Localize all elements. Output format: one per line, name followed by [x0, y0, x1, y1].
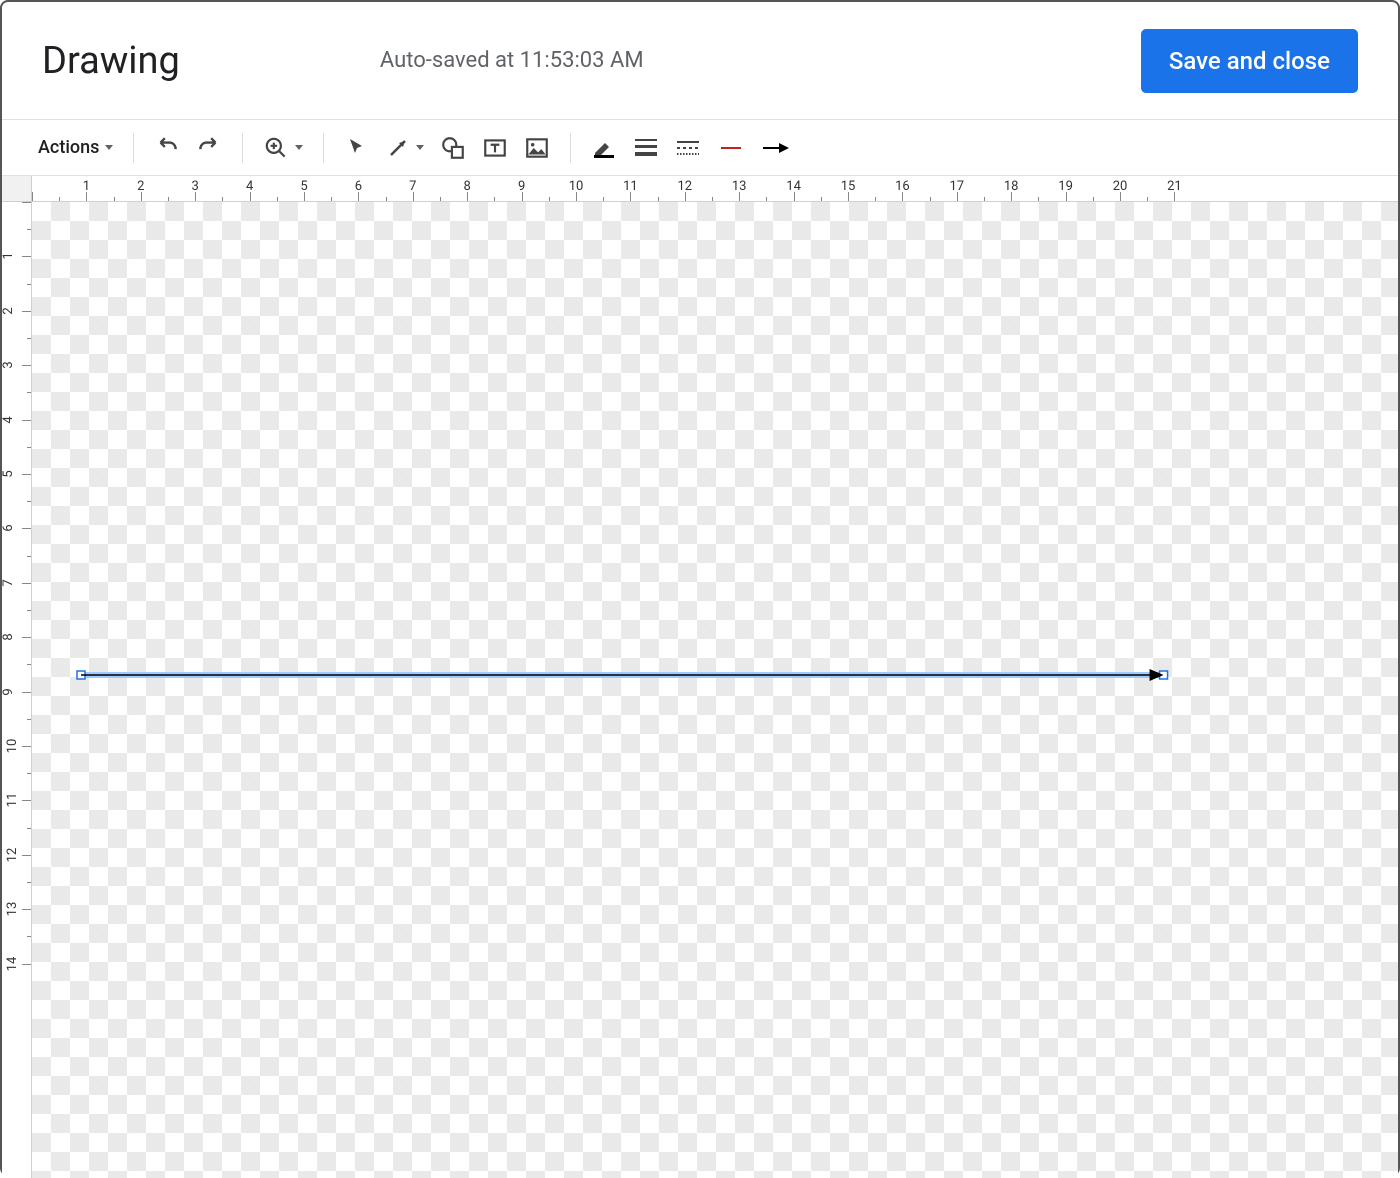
- redo-button[interactable]: [190, 129, 228, 167]
- line-icon: [386, 136, 410, 160]
- toolbar-separator: [323, 133, 324, 163]
- toolbar-separator: [242, 133, 243, 163]
- image-tool-button[interactable]: [518, 129, 556, 167]
- select-tool-button[interactable]: [338, 129, 376, 167]
- drawing-canvas[interactable]: [32, 202, 1398, 1178]
- caret-down-icon: [295, 145, 303, 150]
- textbox-icon: [482, 135, 508, 161]
- actions-label: Actions: [38, 137, 99, 158]
- shape-tool-button[interactable]: [434, 129, 472, 167]
- undo-icon: [154, 135, 180, 161]
- caret-down-icon: [416, 145, 424, 150]
- undo-button[interactable]: [148, 129, 186, 167]
- arrow-line-shape[interactable]: [73, 667, 1172, 683]
- line-dash-button[interactable]: [669, 129, 707, 167]
- line-weight-icon: [635, 139, 657, 156]
- autosave-status: Auto-saved at 11:53:03 AM: [380, 48, 644, 73]
- line-tool-button[interactable]: [380, 129, 430, 167]
- horizontal-ruler: 123456789101112131415161718192021: [32, 176, 1398, 202]
- line-end-arrow-icon: [761, 141, 791, 155]
- zoom-icon: [263, 135, 289, 161]
- redo-icon: [196, 135, 222, 161]
- workspace: 123456789101112131415161718192021 123456…: [2, 176, 1398, 1178]
- ruler-corner: [2, 176, 32, 202]
- toolbar-separator: [570, 133, 571, 163]
- line-weight-button[interactable]: [627, 129, 665, 167]
- textbox-tool-button[interactable]: [476, 129, 514, 167]
- line-start-icon: [717, 142, 745, 154]
- toolbar: Actions: [2, 120, 1398, 176]
- dialog-header: Drawing Auto-saved at 11:53:03 AM Save a…: [2, 2, 1398, 120]
- save-and-close-button[interactable]: Save and close: [1141, 29, 1358, 93]
- actions-menu-button[interactable]: Actions: [32, 129, 119, 167]
- image-icon: [524, 135, 550, 161]
- pencil-icon: [592, 138, 616, 158]
- line-end-button[interactable]: [755, 129, 797, 167]
- cursor-icon: [345, 136, 369, 160]
- line-start-button[interactable]: [711, 129, 751, 167]
- line-dash-icon: [677, 141, 699, 155]
- dialog-title: Drawing: [42, 39, 180, 83]
- vertical-ruler: 1234567891011121314: [2, 202, 32, 1178]
- zoom-button[interactable]: [257, 129, 309, 167]
- toolbar-separator: [133, 133, 134, 163]
- caret-down-icon: [105, 145, 113, 150]
- line-color-button[interactable]: [585, 129, 623, 167]
- shape-icon: [440, 135, 466, 161]
